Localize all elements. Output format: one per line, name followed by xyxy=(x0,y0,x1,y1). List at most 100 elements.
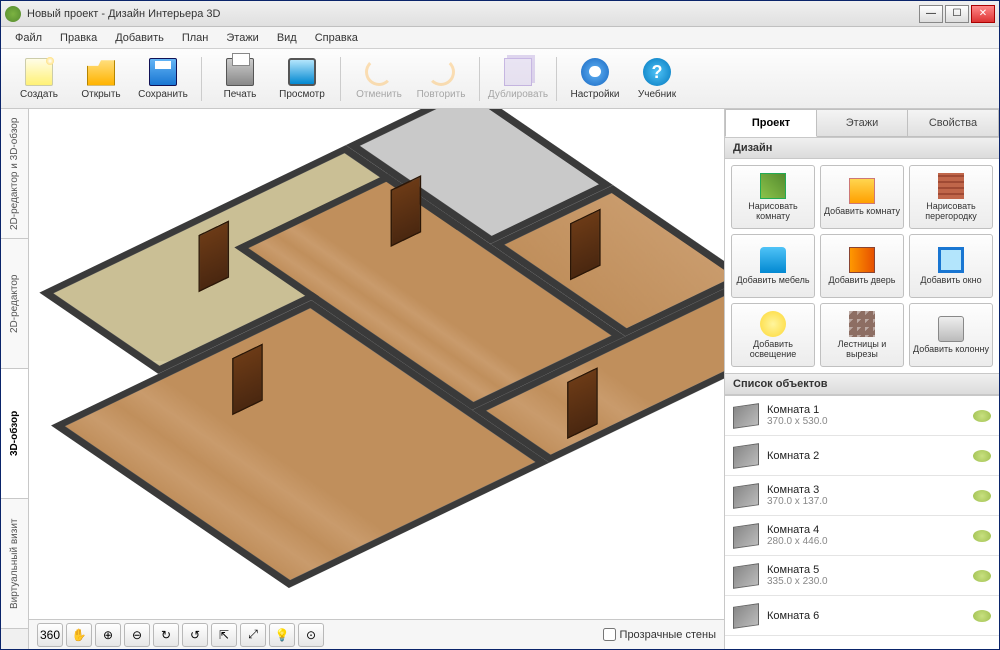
visibility-toggle-icon[interactable] xyxy=(973,610,991,622)
draw-room-button[interactable]: Нарисовать комнату xyxy=(731,165,815,229)
view-tool-2[interactable]: ⊕ xyxy=(95,623,121,647)
menu-файл[interactable]: Файл xyxy=(7,29,50,47)
view-tool-9[interactable]: ⊙ xyxy=(298,623,324,647)
side-tab-virtual[interactable]: Виртуальный визит xyxy=(1,499,28,629)
help-button[interactable]: ? Учебник xyxy=(629,53,685,105)
view-tool-7[interactable]: ⤢ xyxy=(240,623,266,647)
toolbar-separator xyxy=(556,57,557,101)
visibility-toggle-icon[interactable] xyxy=(973,490,991,502)
app-icon xyxy=(5,6,21,22)
save-icon xyxy=(149,58,177,86)
view-tool-3[interactable]: ⊖ xyxy=(124,623,150,647)
view-tool-5[interactable]: ↺ xyxy=(182,623,208,647)
visibility-toggle-icon[interactable] xyxy=(973,410,991,422)
object-item[interactable]: Комната 2 xyxy=(725,436,999,476)
add-furniture-icon xyxy=(760,247,786,273)
draw-wall-button[interactable]: Нарисовать перегородку xyxy=(909,165,993,229)
panel-tab-props[interactable]: Свойства xyxy=(908,109,999,137)
view-toolbar: 360✋⊕⊖↻↺⇱⤢💡⊙ Прозрачные стены xyxy=(29,619,724,649)
side-tab-2d[interactable]: 2D-редактор xyxy=(1,239,28,369)
menu-правка[interactable]: Правка xyxy=(52,29,105,47)
panel-tab-project[interactable]: Проект xyxy=(725,109,817,137)
add-window-label: Добавить окно xyxy=(920,276,981,286)
maximize-button[interactable]: ☐ xyxy=(945,5,969,23)
add-furniture-button[interactable]: Добавить мебель xyxy=(731,234,815,298)
visibility-toggle-icon[interactable] xyxy=(973,530,991,542)
help-icon: ? xyxy=(643,58,671,86)
draw-room-label: Нарисовать комнату xyxy=(734,202,812,222)
panel-tabs: ПроектЭтажиСвойства xyxy=(725,109,999,137)
menu-добавить[interactable]: Добавить xyxy=(107,29,172,47)
undo-icon xyxy=(365,58,393,86)
object-item[interactable]: Комната 5335.0 x 230.0 xyxy=(725,556,999,596)
menu-план[interactable]: План xyxy=(174,29,217,47)
side-tab-3d[interactable]: 3D-обзор xyxy=(1,369,28,499)
add-light-button[interactable]: Добавить освещение xyxy=(731,303,815,367)
create-icon xyxy=(25,58,53,86)
view-tool-6[interactable]: ⇱ xyxy=(211,623,237,647)
room-icon xyxy=(733,523,759,549)
object-item[interactable]: Комната 4280.0 x 446.0 xyxy=(725,516,999,556)
add-stairs-button[interactable]: Лестницы и вырезы xyxy=(820,303,904,367)
object-item[interactable]: Комната 1370.0 x 530.0 xyxy=(725,396,999,436)
view-tool-1[interactable]: ✋ xyxy=(66,623,92,647)
add-column-button[interactable]: Добавить колонну xyxy=(909,303,993,367)
add-column-label: Добавить колонну xyxy=(913,345,989,355)
close-button[interactable]: ✕ xyxy=(971,5,995,23)
add-window-button[interactable]: Добавить окно xyxy=(909,234,993,298)
menu-справка[interactable]: Справка xyxy=(307,29,366,47)
transparent-walls-label: Прозрачные стены xyxy=(620,629,716,641)
body: 2D-редактор и 3D-обзор2D-редактор3D-обзо… xyxy=(1,109,999,649)
open-label: Открыть xyxy=(81,89,120,100)
toolbar-separator xyxy=(479,57,480,101)
open-button[interactable]: Открыть xyxy=(73,53,129,105)
object-item[interactable]: Комната 6 xyxy=(725,596,999,636)
object-dimensions: 280.0 x 446.0 xyxy=(767,536,965,547)
create-label: Создать xyxy=(20,89,58,100)
add-room-button[interactable]: Добавить комнату xyxy=(820,165,904,229)
visibility-toggle-icon[interactable] xyxy=(973,450,991,462)
redo-button: Повторить xyxy=(413,53,469,105)
add-room-icon xyxy=(849,178,875,204)
save-label: Сохранить xyxy=(138,89,188,100)
help-label: Учебник xyxy=(638,89,676,100)
print-icon xyxy=(226,58,254,86)
preview-button[interactable]: Просмотр xyxy=(274,53,330,105)
view-tool-8[interactable]: 💡 xyxy=(269,623,295,647)
objects-section-header: Список объектов xyxy=(725,373,999,395)
object-name: Комната 3 xyxy=(767,484,965,496)
object-item[interactable]: Комната 3370.0 x 137.0 xyxy=(725,476,999,516)
view-tool-0[interactable]: 360 xyxy=(37,623,63,647)
object-name: Комната 1 xyxy=(767,404,965,416)
duplicate-icon xyxy=(504,58,532,86)
panel-tab-floors[interactable]: Этажи xyxy=(817,109,908,137)
canvas-3d[interactable] xyxy=(29,109,724,619)
menu-этажи[interactable]: Этажи xyxy=(218,29,266,47)
add-furniture-label: Добавить мебель xyxy=(736,276,809,286)
object-name: Комната 4 xyxy=(767,524,965,536)
settings-button[interactable]: Настройки xyxy=(567,53,623,105)
preview-icon xyxy=(288,58,316,86)
room-icon xyxy=(733,483,759,509)
save-button[interactable]: Сохранить xyxy=(135,53,191,105)
transparent-walls-checkbox[interactable]: Прозрачные стены xyxy=(603,628,716,641)
view-tool-4[interactable]: ↻ xyxy=(153,623,179,647)
add-column-icon xyxy=(938,316,964,342)
object-list[interactable]: Комната 1370.0 x 530.0Комната 2Комната 3… xyxy=(725,395,999,649)
object-name: Комната 5 xyxy=(767,564,965,576)
add-stairs-label: Лестницы и вырезы xyxy=(823,340,901,360)
add-door-button[interactable]: Добавить дверь xyxy=(820,234,904,298)
side-tab-2d3d[interactable]: 2D-редактор и 3D-обзор xyxy=(1,109,28,239)
add-light-icon xyxy=(760,311,786,337)
duplicate-label: Дублировать xyxy=(488,89,548,100)
redo-label: Повторить xyxy=(417,89,466,100)
main-toolbar: СоздатьОткрытьСохранитьПечатьПросмотрОтм… xyxy=(1,49,999,109)
print-button[interactable]: Печать xyxy=(212,53,268,105)
menu-вид[interactable]: Вид xyxy=(269,29,305,47)
toolbar-separator xyxy=(201,57,202,101)
create-button[interactable]: Создать xyxy=(11,53,67,105)
draw-wall-icon xyxy=(938,173,964,199)
minimize-button[interactable]: — xyxy=(919,5,943,23)
preview-label: Просмотр xyxy=(279,89,325,100)
visibility-toggle-icon[interactable] xyxy=(973,570,991,582)
